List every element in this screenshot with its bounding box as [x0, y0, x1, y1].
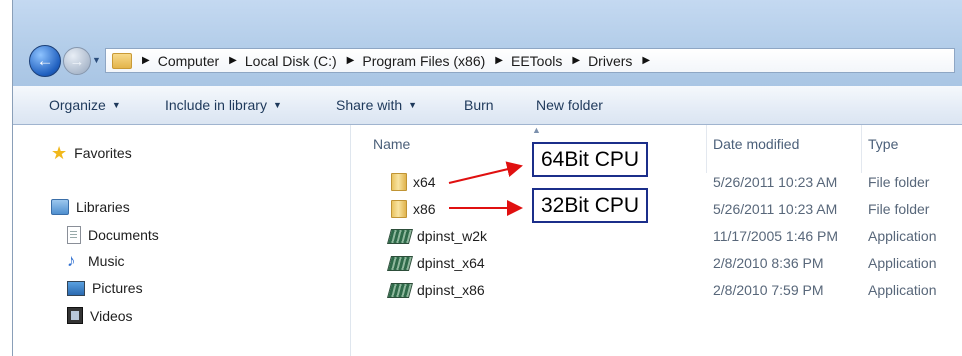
- organize-button[interactable]: Organize ▼: [49, 97, 121, 113]
- annotation-arrows: [448, 161, 523, 216]
- nav-music-label: Music: [88, 253, 125, 269]
- nav-documents[interactable]: Documents: [67, 226, 159, 244]
- breadcrumb-drivers[interactable]: Drivers ▶: [588, 53, 658, 69]
- new-folder-button[interactable]: New folder: [536, 97, 603, 113]
- document-icon: [67, 226, 81, 244]
- arrow-to-x64-label: [448, 161, 523, 184]
- address-area: ← → ▼ ▶ Computer ▶ Local Disk (C:) ▶ Progr…: [13, 0, 962, 86]
- film-icon: [67, 307, 83, 324]
- arrow-right-icon: →: [69, 52, 85, 70]
- include-in-library-button[interactable]: Include in library ▼: [165, 97, 282, 113]
- callout-64bit-cpu: 64Bit CPU: [532, 142, 649, 177]
- nav-pictures[interactable]: Pictures: [67, 280, 143, 296]
- recent-pages-dropdown-icon[interactable]: ▼: [92, 55, 101, 65]
- nav-libraries[interactable]: Libraries: [51, 199, 130, 215]
- breadcrumb-eetools[interactable]: EETools ▶: [511, 53, 588, 69]
- library-icon: [51, 199, 69, 215]
- chevron-down-icon: ▼: [272, 100, 282, 110]
- command-bar: Organize ▼ Include in library ▼ Share with…: [13, 86, 962, 125]
- back-button[interactable]: ←: [29, 45, 61, 77]
- navigation-pane: ★ Favorites Libraries Documents ♪ Music …: [13, 125, 351, 356]
- breadcrumb-separator[interactable]: ▶: [132, 55, 158, 66]
- music-note-icon: ♪: [67, 251, 76, 270]
- breadcrumb-arrow-icon[interactable]: ▶: [572, 55, 580, 66]
- nav-libraries-label: Libraries: [76, 199, 130, 215]
- share-with-label: Share with: [336, 97, 403, 113]
- breadcrumb-arrow-icon[interactable]: ▶: [229, 55, 237, 66]
- star-icon: ★: [51, 143, 68, 163]
- breadcrumb-arrow-icon[interactable]: ▶: [347, 55, 355, 66]
- address-bar[interactable]: ▶ Computer ▶ Local Disk (C:) ▶ Program Fil…: [105, 48, 955, 73]
- breadcrumb-arrow-icon[interactable]: ▶: [642, 55, 650, 66]
- nav-favorites[interactable]: ★ Favorites: [51, 143, 132, 163]
- file-list: ▲ Name Date modified Type x64 5/26/2011 …: [351, 125, 962, 356]
- picture-icon: [67, 280, 85, 296]
- folder-icon: [112, 52, 132, 69]
- nav-music[interactable]: ♪ Music: [67, 251, 125, 270]
- breadcrumb-local-disk[interactable]: Local Disk (C:) ▶: [245, 53, 363, 69]
- chevron-down-icon: ▼: [111, 100, 121, 110]
- callout-32bit-cpu: 32Bit CPU: [532, 188, 649, 223]
- nav-pictures-label: Pictures: [92, 280, 143, 296]
- chevron-down-icon: ▼: [408, 100, 418, 110]
- include-in-library-label: Include in library: [165, 97, 267, 113]
- arrow-left-icon: ←: [36, 51, 54, 70]
- breadcrumb-arrow-icon: ▶: [142, 55, 150, 66]
- organize-label: Organize: [49, 97, 106, 113]
- breadcrumb-label: EETools: [511, 52, 563, 69]
- nav-videos[interactable]: Videos: [67, 307, 133, 324]
- breadcrumb-program-files[interactable]: Program Files (x86) ▶: [362, 53, 511, 69]
- explorer-window: ← → ▼ ▶ Computer ▶ Local Disk (C:) ▶ Progr…: [12, 0, 962, 356]
- breadcrumb-label: Program Files (x86): [362, 52, 486, 69]
- breadcrumb-computer[interactable]: Computer ▶: [158, 53, 245, 69]
- nav-videos-label: Videos: [90, 307, 133, 324]
- share-with-button[interactable]: Share with ▼: [336, 97, 417, 113]
- burn-button[interactable]: Burn: [464, 97, 494, 113]
- nav-favorites-label: Favorites: [74, 145, 132, 161]
- breadcrumb-label: Local Disk (C:): [244, 52, 337, 69]
- breadcrumb-label: Drivers: [588, 52, 633, 69]
- breadcrumb-label: Computer: [157, 52, 220, 69]
- nav-documents-label: Documents: [88, 227, 159, 243]
- forward-button[interactable]: →: [63, 47, 91, 75]
- breadcrumb-arrow-icon[interactable]: ▶: [495, 55, 503, 66]
